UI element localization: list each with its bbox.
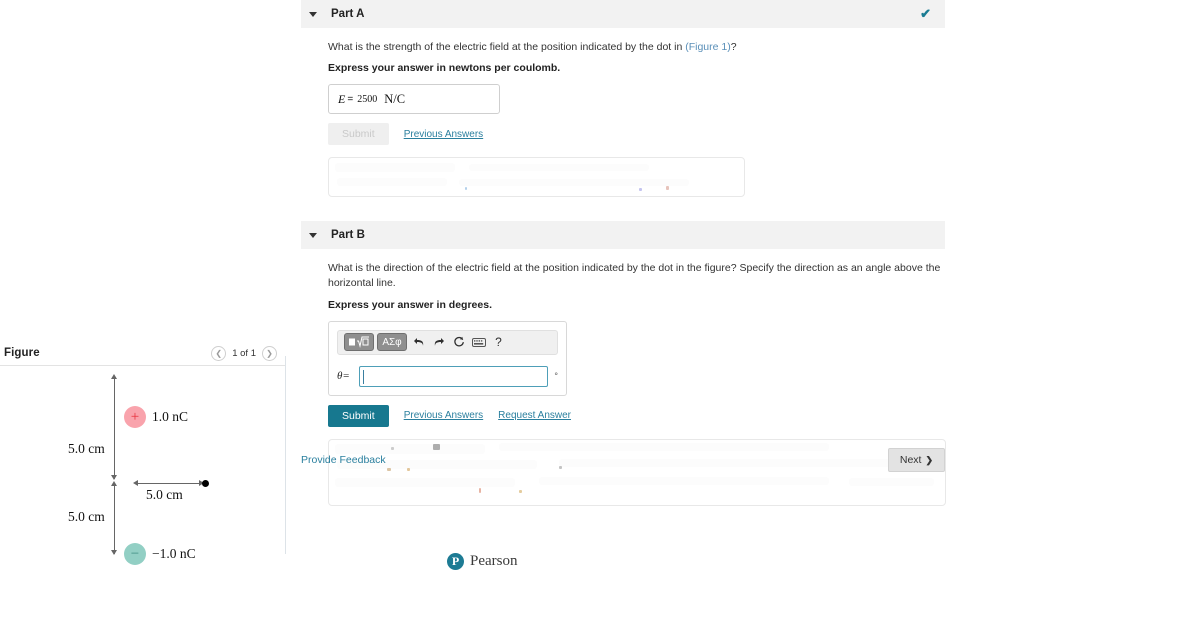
negative-charge-label: −1.0 nC xyxy=(152,546,196,561)
negative-charge-sign: − xyxy=(130,545,140,562)
chevron-right-icon[interactable]: ❯ xyxy=(262,346,277,361)
arrow-left-icon xyxy=(133,480,138,486)
part-a-header[interactable]: Part A ✔ xyxy=(301,0,945,28)
part-a-submit-button[interactable]: Submit xyxy=(328,123,389,146)
part-a-feedback-panel xyxy=(328,157,745,198)
keyboard-icon[interactable] xyxy=(470,333,487,351)
figure-title: Figure xyxy=(4,347,40,359)
figure-header: Figure ❮ 1 of 1 ❯ xyxy=(0,340,285,366)
math-template-button[interactable] xyxy=(344,333,374,352)
figure-page-label: 1 of 1 xyxy=(232,348,256,359)
part-b-answer-unit: ° xyxy=(554,371,558,382)
dimension-label-bottom: 5.0 cm xyxy=(68,509,105,524)
undo-icon[interactable] xyxy=(410,333,427,351)
provide-feedback-link[interactable]: Provide Feedback xyxy=(301,454,386,466)
panel-divider xyxy=(285,356,286,554)
part-b-answer-input[interactable] xyxy=(359,365,549,387)
part-a-answer-value: 2500 xyxy=(357,93,378,105)
part-a-title: Part A xyxy=(331,8,365,20)
part-b-title: Part B xyxy=(331,229,365,242)
dimension-label-top: 5.0 cm xyxy=(68,441,105,456)
part-b-actions: Submit Previous Answers Request Answer xyxy=(328,404,945,427)
pearson-mark-icon: P xyxy=(447,553,464,570)
part-b-previous-answers-link[interactable]: Previous Answers xyxy=(404,410,483,421)
assignment-content: Part A ✔ What is the strength of the ele… xyxy=(301,0,946,506)
caret-down-icon[interactable] xyxy=(309,11,317,17)
help-icon[interactable]: ? xyxy=(490,333,507,351)
part-b-header[interactable]: Part B xyxy=(301,221,945,250)
arrow-up-icon xyxy=(111,374,117,379)
part-a-actions: Submit Previous Answers xyxy=(328,123,945,146)
part-b-answer-label: θ= xyxy=(337,370,359,382)
dimension-line-top xyxy=(114,379,115,479)
dimension-line-bottom xyxy=(114,486,115,554)
part-a-question: What is the strength of the electric fie… xyxy=(328,40,945,55)
part-a-body: What is the strength of the electric fie… xyxy=(301,28,945,198)
part-b-instruction: Express your answer in degrees. xyxy=(328,298,492,311)
text-cursor xyxy=(363,369,364,384)
part-a-answer-unit: N/C xyxy=(384,91,406,106)
caret-down-icon-b[interactable] xyxy=(309,232,317,238)
reset-icon[interactable] xyxy=(450,333,467,351)
next-button-label: Next xyxy=(899,454,922,466)
figure-diagram: + 1.0 nC − −1.0 nC 5.0 cm 5.0 cm 5.0 cm xyxy=(0,366,285,566)
dimension-line-horizontal xyxy=(137,483,205,484)
arrow-down-icon-2 xyxy=(111,550,117,555)
part-b-submit-button[interactable]: Submit xyxy=(328,404,389,427)
part-a-answer-symbol: E xyxy=(338,91,346,106)
part-a-question-post: ? xyxy=(730,41,737,53)
part-b-answer-row: θ= ° xyxy=(337,365,558,387)
positive-charge: + xyxy=(124,406,146,428)
part-a-answer-equals: = xyxy=(347,93,354,105)
part-a-answer-field[interactable]: E = 2500 N/C xyxy=(328,84,500,115)
theta-equals: = xyxy=(342,370,350,383)
check-icon: ✔ xyxy=(920,6,931,21)
part-a-previous-answers-link[interactable]: Previous Answers xyxy=(404,129,483,140)
footer-actions: Provide Feedback Next ❯ xyxy=(301,448,945,472)
redo-icon[interactable] xyxy=(430,333,447,351)
figure-panel: Figure ❮ 1 of 1 ❯ + 1.0 nC − −1.0 nC 5.0… xyxy=(0,340,285,570)
positive-charge-label: 1.0 nC xyxy=(152,409,189,424)
part-a-question-pre: What is the strength of the electric fie… xyxy=(328,41,686,53)
chevron-left-icon[interactable]: ❮ xyxy=(211,346,227,361)
dimension-label-horizontal: 5.0 cm xyxy=(146,487,183,502)
greek-symbols-button[interactable]: ΑΣφ xyxy=(377,333,407,352)
arrow-down-icon xyxy=(111,475,117,480)
positive-charge-sign: + xyxy=(130,408,140,425)
figure-pager: ❮ 1 of 1 ❯ xyxy=(211,340,277,361)
negative-charge: − xyxy=(124,543,146,565)
part-b-question: What is the direction of the electric fi… xyxy=(328,262,941,290)
arrow-up-icon-2 xyxy=(111,481,117,486)
figure-1-link[interactable]: (Figure 1) xyxy=(685,41,731,53)
next-button[interactable]: Next ❯ xyxy=(887,448,945,472)
field-point-dot xyxy=(202,480,209,487)
math-toolbar: ΑΣφ ? xyxy=(337,329,558,355)
part-b-request-answer-link[interactable]: Request Answer xyxy=(498,410,571,421)
part-a-instruction: Express your answer in newtons per coulo… xyxy=(328,62,561,75)
pearson-wordmark: Pearson xyxy=(470,553,518,569)
pearson-logo: P Pearson xyxy=(447,553,518,570)
chevron-right-icon: ❯ xyxy=(925,454,933,465)
part-b-answer-editor: ΑΣφ ? θ= ° xyxy=(328,320,567,396)
